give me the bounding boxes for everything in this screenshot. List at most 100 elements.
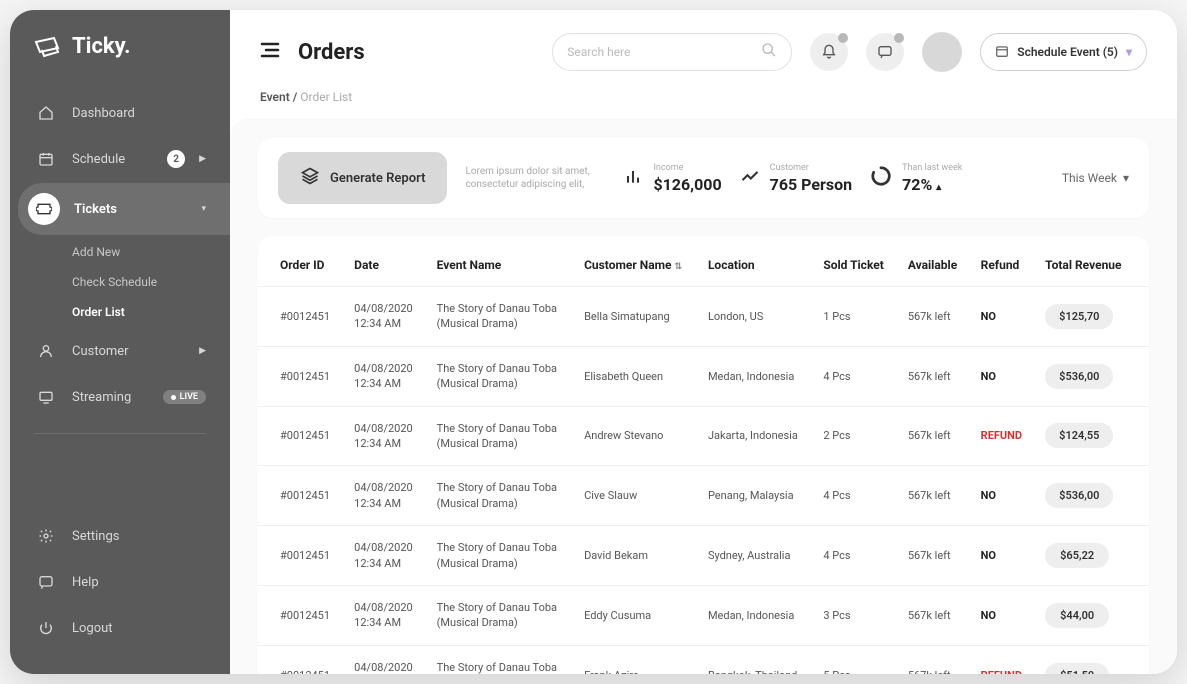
col-date[interactable]: Date <box>344 244 426 287</box>
notifications-button[interactable] <box>810 33 848 71</box>
ticket-logo-icon <box>34 36 62 58</box>
sub-add-new[interactable]: Add New <box>10 237 230 267</box>
logo[interactable]: Ticky. <box>10 34 230 83</box>
sidebar-item-customer[interactable]: Customer ▶ <box>10 329 230 373</box>
breadcrumb-root[interactable]: Event / <box>260 90 297 104</box>
sidebar-item-logout[interactable]: Logout <box>10 606 230 650</box>
generate-report-button[interactable]: Generate Report <box>278 152 447 204</box>
col-sold[interactable]: Sold Ticket <box>813 244 898 287</box>
cell-refund: NO <box>971 346 1036 406</box>
cell-sold: 3 Pcs <box>813 585 898 645</box>
cell-refund: NO <box>971 466 1036 526</box>
cell-date: 04/08/202012:34 AM <box>344 526 426 586</box>
search-input[interactable] <box>567 45 753 59</box>
table-row[interactable]: #001245104/08/202012:34 AMThe Story of D… <box>258 346 1149 406</box>
table-row[interactable]: #001245104/08/202012:34 AMThe Story of D… <box>258 466 1149 526</box>
stats-bar: Generate Report Lorem ipsum dolor sit am… <box>258 138 1149 218</box>
sub-order-list[interactable]: Order List <box>10 297 230 327</box>
cell-date: 04/08/202012:34 AM <box>344 585 426 645</box>
cell-sold: 4 Pcs <box>813 526 898 586</box>
search-icon <box>761 42 777 62</box>
cell-location: Sydney, Australia <box>698 526 813 586</box>
calendar-small-icon <box>995 44 1009 61</box>
cell-order-id: #0012451 <box>258 287 344 347</box>
cell-date: 04/08/202012:34 AM <box>344 346 426 406</box>
cell-available: 567k left <box>898 466 971 526</box>
search-field[interactable] <box>552 33 792 71</box>
page-title: Orders <box>298 40 365 65</box>
caret-up-icon: ▴ <box>936 182 941 193</box>
col-customer[interactable]: Customer Name ⇅ <box>574 244 698 287</box>
help-icon <box>34 570 58 594</box>
chevron-right-icon: ▶ <box>199 154 206 164</box>
progress-icon <box>870 165 892 191</box>
main-nav: Dashboard Schedule 2 ▶ Tickets ▾ Add New… <box>10 91 230 419</box>
cell-available: 567k left <box>898 287 971 347</box>
cell-available: 567k left <box>898 645 971 674</box>
cell-customer: Eddy Cusuma <box>574 585 698 645</box>
chevron-right-icon: ▶ <box>199 346 206 356</box>
col-refund[interactable]: Refund <box>971 244 1036 287</box>
cell-event: The Story of Danau Toba(Musical Drama) <box>427 346 574 406</box>
cell-event: The Story of Danau Toba(Musical Drama) <box>427 406 574 466</box>
stream-icon <box>34 385 58 409</box>
sidebar-item-help[interactable]: Help <box>10 560 230 604</box>
home-icon <box>34 101 58 125</box>
col-order-id[interactable]: Order ID <box>258 244 344 287</box>
breadcrumb-current: Order List <box>300 90 352 104</box>
chart-icon <box>623 166 643 190</box>
col-revenue[interactable]: Total Revenue <box>1035 244 1149 287</box>
table-row[interactable]: #001245104/08/202012:34 AMThe Story of D… <box>258 287 1149 347</box>
cell-order-id: #0012451 <box>258 406 344 466</box>
schedule-event-button[interactable]: Schedule Event (5) ▾ <box>980 33 1147 71</box>
bottom-nav: Settings Help Logout <box>10 514 230 650</box>
col-location[interactable]: Location <box>698 244 813 287</box>
orders-table: Order ID Date Event Name Customer Name ⇅… <box>258 244 1149 674</box>
sidebar: Ticky. Dashboard Schedule 2 ▶ Tickets ▾ … <box>10 10 230 674</box>
power-icon <box>34 616 58 640</box>
tickets-submenu: Add New Check Schedule Order List <box>10 237 230 327</box>
sidebar-item-streaming[interactable]: Streaming LIVE <box>10 375 230 419</box>
sub-check-schedule[interactable]: Check Schedule <box>10 267 230 297</box>
col-event[interactable]: Event Name <box>427 244 574 287</box>
table-row[interactable]: #001245104/08/202012:34 AMThe Story of D… <box>258 645 1149 674</box>
menu-toggle-icon[interactable] <box>260 42 280 62</box>
chevron-down-icon: ▾ <box>1126 45 1132 59</box>
message-dot-icon <box>894 33 904 43</box>
cell-sold: 1 Pcs <box>813 287 898 347</box>
cell-customer: David Bekam <box>574 526 698 586</box>
sidebar-item-dashboard[interactable]: Dashboard <box>10 91 230 135</box>
table-row[interactable]: #001245104/08/202012:34 AMThe Story of D… <box>258 526 1149 586</box>
cell-revenue: $536,00 <box>1035 346 1149 406</box>
user-icon <box>34 339 58 363</box>
cell-available: 567k left <box>898 346 971 406</box>
cell-date: 04/08/202012:34 AM <box>344 287 426 347</box>
sidebar-item-settings[interactable]: Settings <box>10 514 230 558</box>
cell-event: The Story of Danau Toba(Musical Drama) <box>427 287 574 347</box>
avatar[interactable] <box>922 32 962 72</box>
table-row[interactable]: #001245104/08/202012:34 AMThe Story of D… <box>258 585 1149 645</box>
ticket-icon <box>28 193 60 225</box>
sidebar-item-schedule[interactable]: Schedule 2 ▶ <box>10 137 230 181</box>
cell-revenue: $44,00 <box>1035 585 1149 645</box>
cell-order-id: #0012451 <box>258 645 344 674</box>
sidebar-item-tickets[interactable]: Tickets ▾ <box>18 183 230 235</box>
cell-customer: Andrew Stevano <box>574 406 698 466</box>
cell-date: 04/08/202012:34 AM <box>344 466 426 526</box>
col-available[interactable]: Available <box>898 244 971 287</box>
period-dropdown[interactable]: This Week ▾ <box>1062 171 1129 185</box>
messages-button[interactable] <box>866 33 904 71</box>
breadcrumb: Event / Order List <box>230 84 1177 118</box>
cell-order-id: #0012451 <box>258 526 344 586</box>
table-row[interactable]: #001245104/08/202012:34 AMThe Story of D… <box>258 406 1149 466</box>
cell-date: 04/08/202012:34 AM <box>344 406 426 466</box>
content-area: Generate Report Lorem ipsum dolor sit am… <box>230 118 1177 674</box>
cell-refund: NO <box>971 526 1036 586</box>
cell-revenue: $51,50 <box>1035 645 1149 674</box>
cell-event: The Story of Danau Toba(Musical Drama) <box>427 466 574 526</box>
notification-dot-icon <box>838 33 848 43</box>
cell-location: Penang, Malaysia <box>698 466 813 526</box>
topbar: Orders Schedule Event (5) ▾ <box>230 10 1177 84</box>
stack-icon <box>300 166 320 190</box>
cell-sold: 5 Pcs <box>813 645 898 674</box>
